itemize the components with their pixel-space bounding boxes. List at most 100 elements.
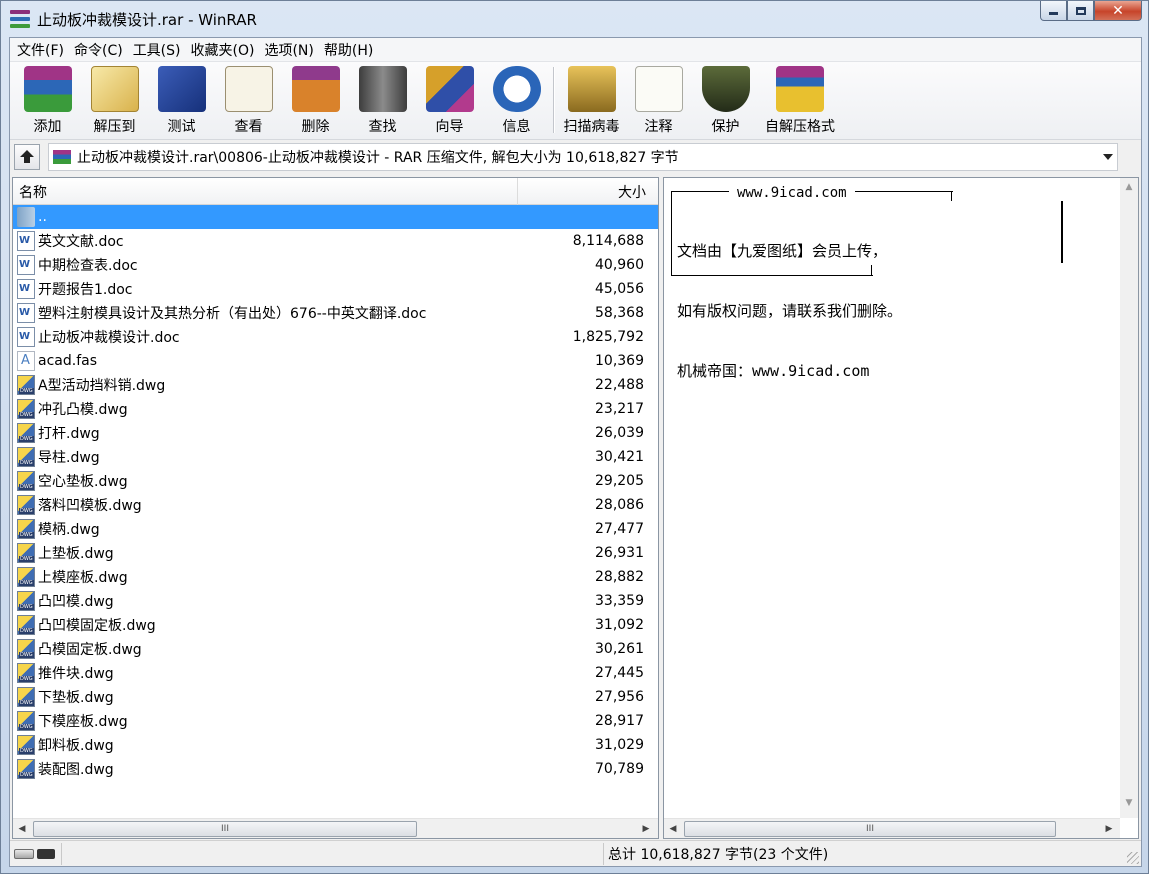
file-size: 26,039	[595, 425, 644, 441]
table-row[interactable]: 打杆.dwg 26,039	[13, 421, 658, 445]
dwg-file-icon	[17, 447, 35, 467]
dwg-file-icon	[17, 495, 35, 515]
table-row[interactable]: 装配图.dwg 70,789	[13, 757, 658, 781]
resize-grip[interactable]	[1127, 852, 1139, 864]
toolbar-separator	[553, 67, 555, 133]
table-row[interactable]: 上模座板.dwg 28,882	[13, 565, 658, 589]
file-size: 23,217	[595, 401, 644, 417]
file-name: 打杆.dwg	[38, 426, 100, 442]
up-folder-button[interactable]	[14, 144, 40, 170]
comment-line-1: 文档由【九爱图纸】会员上传，	[677, 242, 888, 260]
table-row[interactable]: 模柄.dwg 27,477	[13, 517, 658, 541]
dwg-file-icon	[17, 759, 35, 779]
file-size: 29,205	[595, 473, 644, 489]
table-row[interactable]: 卸料板.dwg 31,029	[13, 733, 658, 757]
table-row[interactable]: 落料凹模板.dwg 28,086	[13, 493, 658, 517]
menu-favorites[interactable]: 收藏夹(O)	[186, 40, 260, 60]
path-dropdown[interactable]: 止动板冲裁模设计.rar\00806-止动板冲裁模设计 - RAR 压缩文件, …	[48, 143, 1118, 171]
table-row[interactable]: 开题报告1.doc 45,056	[13, 277, 658, 301]
comment-pane: www.9icad.com 文档由【九爱图纸】会员上传， 如有版权问题，请联系我…	[663, 177, 1139, 839]
table-row[interactable]: 下垫板.dwg 27,956	[13, 685, 658, 709]
dwg-file-icon	[17, 471, 35, 491]
table-row[interactable]: 导柱.dwg 30,421	[13, 445, 658, 469]
table-row[interactable]: acad.fas 10,369	[13, 349, 658, 373]
dropdown-arrow-icon[interactable]	[1103, 154, 1113, 160]
menu-options[interactable]: 选项(N)	[259, 40, 318, 60]
status-indicators	[10, 842, 62, 865]
close-button[interactable]: ✕	[1094, 1, 1142, 21]
scroll-up-icon[interactable]: ▲	[1120, 178, 1138, 196]
table-row[interactable]: 推件块.dwg 27,445	[13, 661, 658, 685]
close-icon: ✕	[1112, 2, 1124, 19]
menu-file[interactable]: 文件(F)	[12, 40, 69, 60]
dwg-file-icon	[17, 735, 35, 755]
scan-virus-icon	[567, 66, 616, 112]
menu-tools[interactable]: 工具(S)	[128, 40, 186, 60]
column-header-name[interactable]: 名称	[13, 178, 518, 205]
file-name: 下模座板.dwg	[38, 714, 128, 730]
add-icon	[23, 66, 72, 112]
list-header: 名称 大小	[13, 178, 658, 205]
scan-virus-button[interactable]: 扫描病毒	[558, 62, 625, 138]
comment-hscrollbar[interactable]: ◀ III ▶	[664, 818, 1120, 838]
scroll-thumb[interactable]: III	[684, 821, 1056, 837]
table-row[interactable]: 上垫板.dwg 26,931	[13, 541, 658, 565]
protect-button[interactable]: 保护	[692, 62, 759, 138]
table-row[interactable]: 中期检查表.doc 40,960	[13, 253, 658, 277]
column-header-size[interactable]: 大小	[518, 178, 652, 205]
add-label: 添加	[33, 119, 62, 135]
table-row[interactable]: 凸模固定板.dwg 30,261	[13, 637, 658, 661]
file-name: 塑料注射模具设计及其热分析（有出处）676--中英文翻译.doc	[38, 306, 427, 322]
scroll-down-icon[interactable]: ▼	[1120, 794, 1138, 812]
scroll-right-icon[interactable]: ▶	[1100, 819, 1118, 838]
file-size: 8,114,688	[572, 233, 644, 249]
file-name: 英文文献.doc	[38, 234, 124, 250]
file-size: 22,488	[595, 377, 644, 393]
add-button[interactable]: 添加	[14, 62, 81, 138]
comment-icon	[634, 66, 683, 112]
scroll-right-icon[interactable]: ▶	[637, 819, 655, 838]
info-button[interactable]: 信息	[483, 62, 550, 138]
menu-commands[interactable]: 命令(C)	[69, 40, 128, 60]
panes: 名称 大小 .. 英文文献.doc 8,114,688 中期检查表.doc 40,960…	[12, 177, 1139, 839]
test-button[interactable]: 测试	[148, 62, 215, 138]
wizard-button[interactable]: 向导	[416, 62, 483, 138]
table-row[interactable]: A型活动挡料销.dwg 22,488	[13, 373, 658, 397]
comment-line-2: 如有版权问题，请联系我们删除。	[677, 302, 903, 320]
table-row[interactable]: 凸凹模.dwg 33,359	[13, 589, 658, 613]
title-bar[interactable]: 止动板冲裁模设计.rar - WinRAR ✕	[1, 1, 1148, 37]
minimize-button[interactable]	[1040, 1, 1067, 21]
drive-icon[interactable]	[14, 848, 34, 859]
file-name: 上垫板.dwg	[38, 546, 114, 562]
dwg-file-icon	[17, 687, 35, 707]
comment-vscrollbar[interactable]: ▲ ▼	[1120, 178, 1138, 818]
maximize-icon	[1075, 6, 1086, 15]
table-row[interactable]: 空心垫板.dwg 29,205	[13, 469, 658, 493]
table-row[interactable]: 下模座板.dwg 28,917	[13, 709, 658, 733]
file-size: 27,956	[595, 689, 644, 705]
view-button[interactable]: 查看	[215, 62, 282, 138]
maximize-button[interactable]	[1067, 1, 1094, 21]
menu-help[interactable]: 帮助(H)	[319, 40, 378, 60]
file-list-hscrollbar[interactable]: ◀ III ▶	[13, 818, 658, 838]
table-row[interactable]: 英文文献.doc 8,114,688	[13, 229, 658, 253]
delete-button[interactable]: 删除	[282, 62, 349, 138]
table-row[interactable]: 止动板冲裁模设计.doc 1,825,792	[13, 325, 658, 349]
scroll-thumb[interactable]: III	[33, 821, 417, 837]
extract-button[interactable]: 解压到	[81, 62, 148, 138]
file-name: 模柄.dwg	[38, 522, 100, 538]
sfx-button[interactable]: 自解压格式	[759, 62, 841, 138]
sfx-icon	[776, 66, 824, 112]
scroll-left-icon[interactable]: ◀	[13, 819, 31, 838]
find-button[interactable]: 查找	[349, 62, 416, 138]
table-row[interactable]: 凸凹模固定板.dwg 31,092	[13, 613, 658, 637]
file-size: 31,029	[595, 737, 644, 753]
table-row[interactable]: 塑料注射模具设计及其热分析（有出处）676--中英文翻译.doc 58,368	[13, 301, 658, 325]
comment-button[interactable]: 注释	[625, 62, 692, 138]
comment-label: 注释	[644, 119, 673, 135]
scroll-left-icon[interactable]: ◀	[664, 819, 682, 838]
menu-bar: 文件(F) 命令(C) 工具(S) 收藏夹(O) 选项(N) 帮助(H)	[10, 38, 1141, 62]
table-row[interactable]: 冲孔凸模.dwg 23,217	[13, 397, 658, 421]
table-row[interactable]: ..	[13, 205, 658, 229]
status-selection	[62, 842, 604, 865]
